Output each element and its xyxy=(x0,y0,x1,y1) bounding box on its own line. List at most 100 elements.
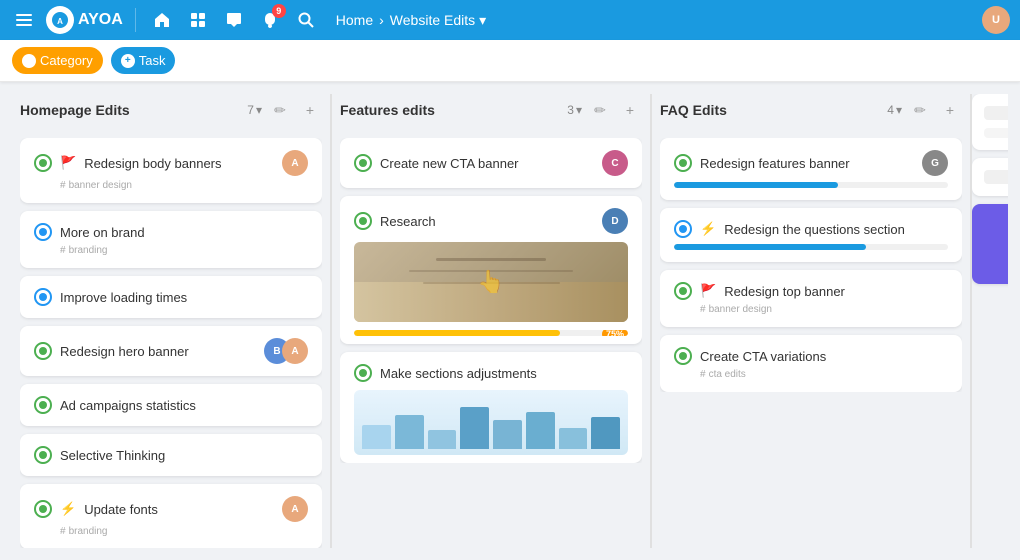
avatar: G xyxy=(922,150,948,176)
card-partial-2 xyxy=(972,158,1008,196)
card-redesign-questions[interactable]: ⚡ Redesign the questions section xyxy=(660,208,962,262)
features-cards: Create new CTA banner C Research D xyxy=(340,138,642,463)
card-partial-purple xyxy=(972,204,1008,284)
card-title: Redesign the questions section xyxy=(724,222,948,237)
column-count-features: 3 ▾ xyxy=(567,103,582,117)
column-edit-homepage[interactable]: ✏ xyxy=(268,98,292,122)
card-update-fonts[interactable]: ⚡ Update fonts A # branding xyxy=(20,484,322,548)
avatar-group: B A xyxy=(264,338,308,364)
breadcrumb: Home › Website Edits ▾ xyxy=(336,12,486,29)
homepage-cards: 🚩 Redesign body banners A # banner desig… xyxy=(20,138,322,548)
menu-icon[interactable] xyxy=(10,6,38,34)
search-icon[interactable] xyxy=(292,6,320,34)
avatar: A xyxy=(282,496,308,522)
column-add-faq[interactable]: + xyxy=(938,98,962,122)
sub-navigation: Category + Task xyxy=(0,40,1020,82)
app-logo[interactable]: A AYOA xyxy=(46,6,123,34)
card-check xyxy=(34,500,52,518)
card-more-on-brand[interactable]: More on brand # branding xyxy=(20,211,322,268)
progress-bar-fill xyxy=(674,182,838,188)
card-title: Selective Thinking xyxy=(60,448,308,463)
card-check xyxy=(34,288,52,306)
card-research[interactable]: Research D 👆 75% xyxy=(340,196,642,344)
avatar: C xyxy=(602,150,628,176)
card-tag: # cta edits xyxy=(700,369,948,380)
current-page: Website Edits ▾ xyxy=(390,12,486,29)
column-homepage-edits: Homepage Edits 7 ▾ ✏ + 🚩 Redesign body b… xyxy=(12,94,332,548)
avatar: A xyxy=(282,150,308,176)
column-title-features: Features edits xyxy=(340,102,561,118)
card-title: Redesign top banner xyxy=(724,284,948,299)
card-title: Redesign features banner xyxy=(700,156,914,171)
card-redesign-body[interactable]: 🚩 Redesign body banners A # banner desig… xyxy=(20,138,322,203)
card-redesign-features-banner[interactable]: Redesign features banner G xyxy=(660,138,962,200)
card-title: Redesign hero banner xyxy=(60,344,256,359)
card-tag: # banner design xyxy=(700,304,948,315)
column-partial xyxy=(972,94,1008,548)
card-redesign-hero[interactable]: Redesign hero banner B A xyxy=(20,326,322,376)
card-check xyxy=(34,396,52,414)
card-ad-campaigns[interactable]: Ad campaigns statistics xyxy=(20,384,322,426)
card-title: Improve loading times xyxy=(60,290,308,305)
column-add-features[interactable]: + xyxy=(618,98,642,122)
home-icon[interactable] xyxy=(148,6,176,34)
column-features-edits: Features edits 3 ▾ ✏ + Create new CTA ba… xyxy=(332,94,652,548)
logo-text: AYOA xyxy=(78,11,123,29)
card-title: Ad campaigns statistics xyxy=(60,398,308,413)
column-title-faq: FAQ Edits xyxy=(660,102,881,118)
card-partial xyxy=(972,94,1008,150)
card-check xyxy=(354,364,372,382)
column-header-homepage: Homepage Edits 7 ▾ ✏ + xyxy=(20,94,322,130)
card-check xyxy=(34,342,52,360)
column-edit-faq[interactable]: ✏ xyxy=(908,98,932,122)
charts-image xyxy=(354,390,628,455)
progress-bar-container: 75% xyxy=(354,330,628,336)
card-check xyxy=(674,347,692,365)
card-title: Update fonts xyxy=(84,502,274,517)
task-button[interactable]: + Task xyxy=(111,47,176,74)
card-create-cta-variations[interactable]: Create CTA variations # cta edits xyxy=(660,335,962,392)
card-check xyxy=(354,154,372,172)
user-avatar[interactable]: U xyxy=(982,6,1010,34)
card-title: Research xyxy=(380,214,594,229)
card-tag: # banner design xyxy=(60,180,308,191)
notification-icon[interactable]: 9 xyxy=(256,6,284,34)
card-check xyxy=(674,282,692,300)
nav-divider xyxy=(135,8,136,32)
category-button[interactable]: Category xyxy=(12,47,103,74)
category-dot xyxy=(22,54,36,68)
card-tag: # branding xyxy=(60,245,308,256)
logo-icon: A xyxy=(46,6,74,34)
faq-cards: Redesign features banner G ⚡ Redesign th… xyxy=(660,138,962,392)
top-navigation: A AYOA 9 Home › xyxy=(0,0,1020,40)
card-title: Create CTA variations xyxy=(700,349,948,364)
column-title-homepage: Homepage Edits xyxy=(20,102,241,118)
card-check xyxy=(674,154,692,172)
card-check xyxy=(674,220,692,238)
card-check xyxy=(354,212,372,230)
column-edit-features[interactable]: ✏ xyxy=(588,98,612,122)
card-check xyxy=(34,154,52,172)
research-image: 👆 xyxy=(354,242,628,322)
column-add-homepage[interactable]: + xyxy=(298,98,322,122)
avatar: A xyxy=(282,338,308,364)
progress-bar-container xyxy=(674,244,948,250)
progress-badge: 75% xyxy=(602,330,628,336)
progress-bar-container xyxy=(674,182,948,188)
message-icon[interactable] xyxy=(220,6,248,34)
grid-icon[interactable] xyxy=(184,6,212,34)
notification-badge: 9 xyxy=(272,4,286,18)
home-breadcrumb[interactable]: Home xyxy=(336,12,373,28)
column-header-features: Features edits 3 ▾ ✏ + xyxy=(340,94,642,130)
card-make-sections[interactable]: Make sections adjustments xyxy=(340,352,642,463)
svg-text:A: A xyxy=(57,17,63,26)
card-create-cta[interactable]: Create new CTA banner C xyxy=(340,138,642,188)
avatar: D xyxy=(602,208,628,234)
card-redesign-top-banner[interactable]: 🚩 Redesign top banner # banner design xyxy=(660,270,962,327)
breadcrumb-arrow: › xyxy=(379,12,384,28)
board: Homepage Edits 7 ▾ ✏ + 🚩 Redesign body b… xyxy=(0,82,1020,560)
card-title: Create new CTA banner xyxy=(380,156,594,171)
card-selective-thinking[interactable]: Selective Thinking xyxy=(20,434,322,476)
card-tag: # branding xyxy=(60,526,308,537)
card-improve-loading[interactable]: Improve loading times xyxy=(20,276,322,318)
